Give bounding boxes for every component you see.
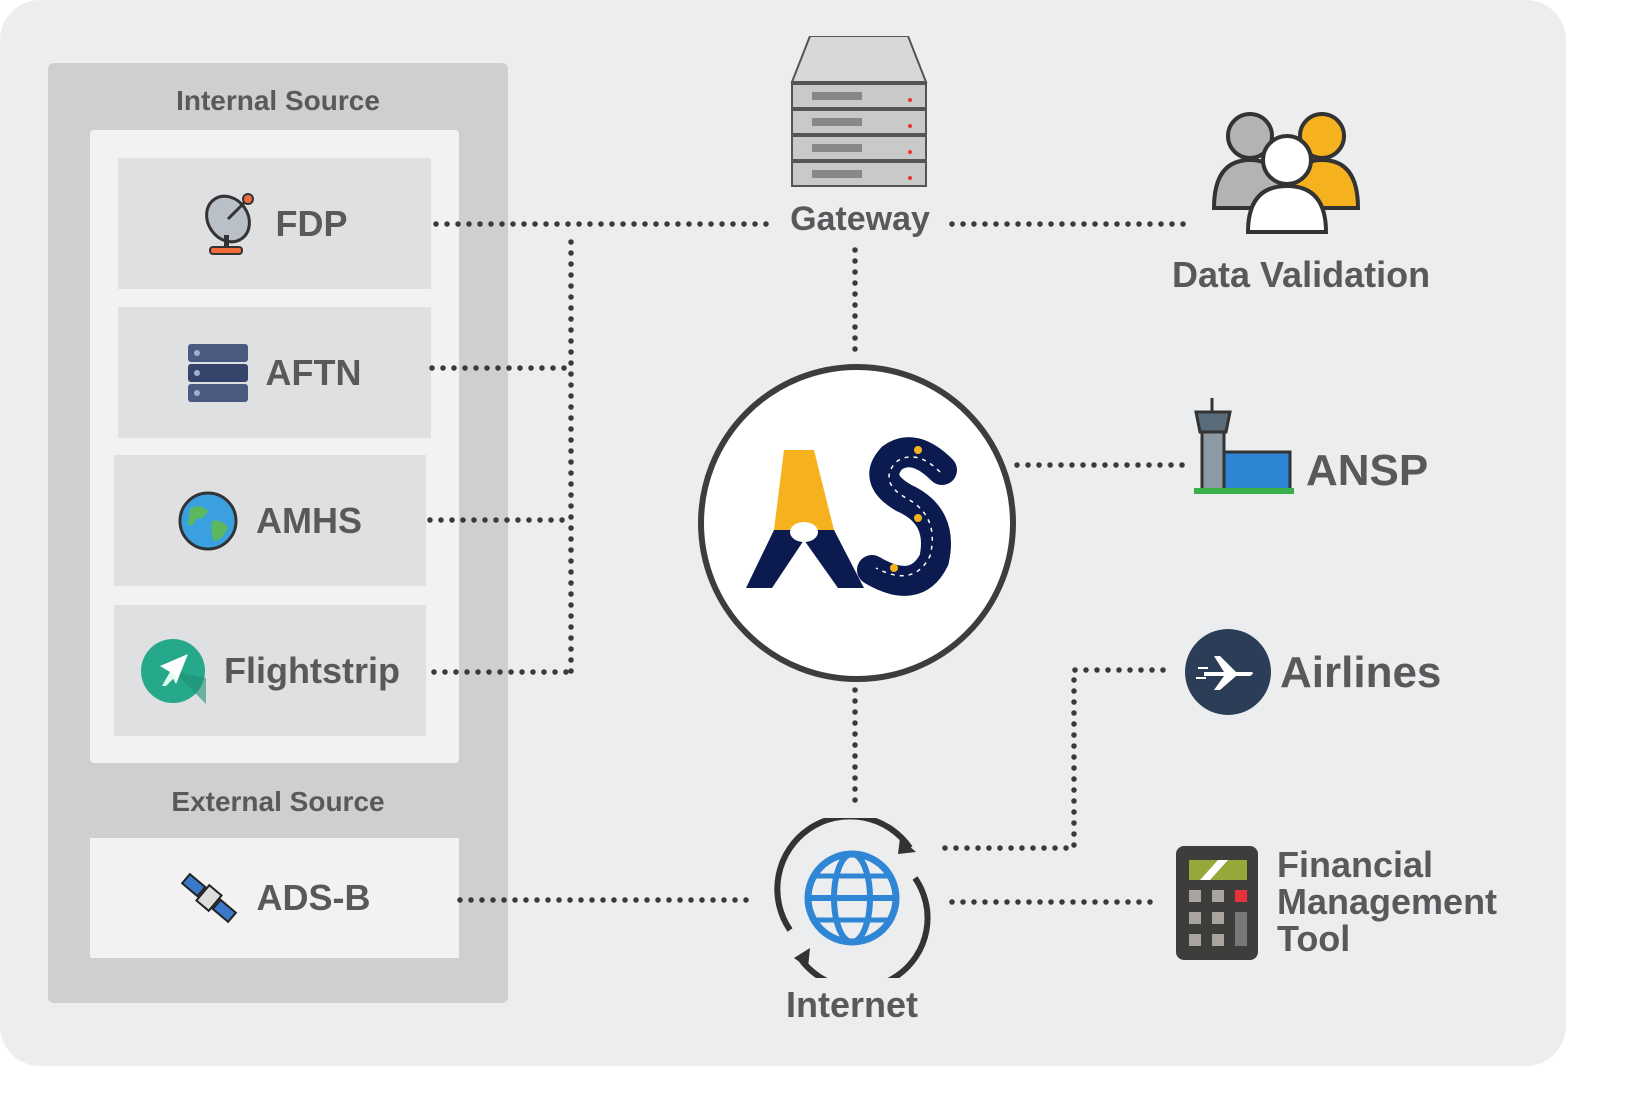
ansp-label: ANSP: [1306, 446, 1429, 495]
financial-line-3: Tool: [1277, 918, 1351, 959]
financial-management-tool-label: Financial Management Tool: [1277, 846, 1497, 957]
globe-sync-icon: [774, 818, 931, 978]
calculator-icon: [1176, 846, 1258, 960]
as-logo-icon: [746, 437, 957, 596]
internet-label: Internet: [785, 984, 918, 1025]
gateway-label: Gateway: [790, 200, 930, 238]
connector-internet-airlines: [942, 667, 1173, 851]
airlines-label: Airlines: [1280, 648, 1442, 697]
data-validation-label: Data Validation: [1172, 254, 1431, 295]
control-tower-icon: [1194, 398, 1294, 494]
users-group-icon: [1211, 112, 1361, 234]
server-stack-icon: [790, 36, 928, 187]
financial-line-2: Management: [1277, 881, 1498, 922]
core-logo: [698, 364, 1016, 682]
airplane-icon: [1185, 629, 1271, 715]
financial-line-1: Financial: [1277, 844, 1434, 885]
